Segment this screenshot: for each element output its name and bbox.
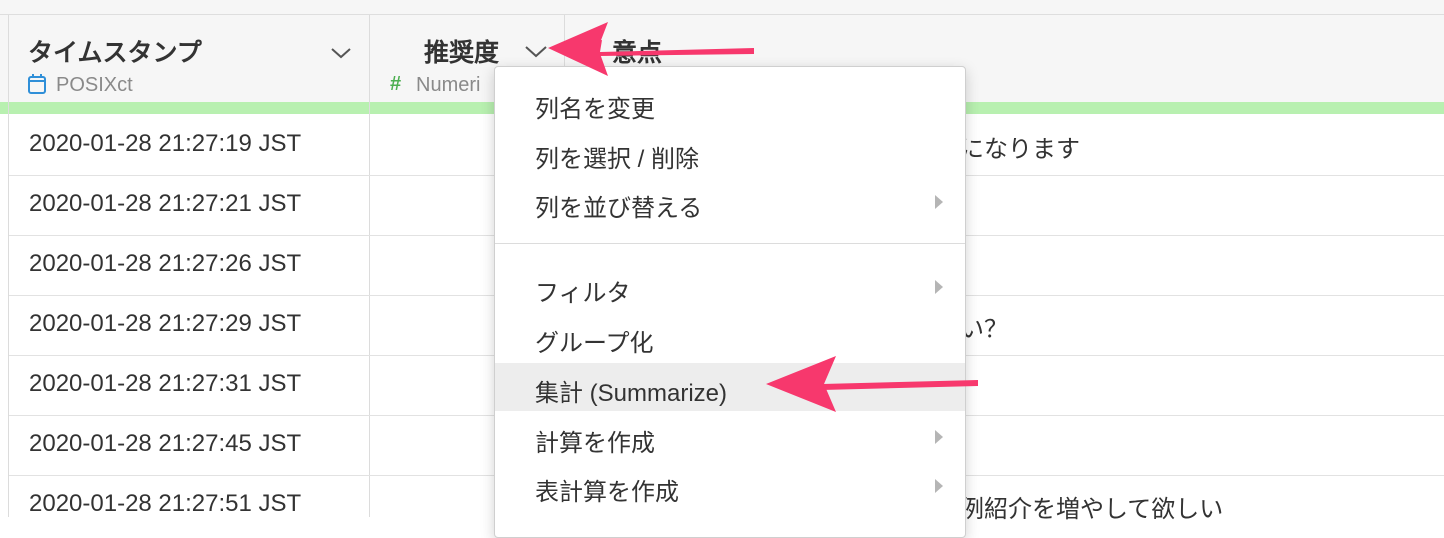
menu-item-reorder[interactable]: 列を並び替える bbox=[495, 178, 965, 226]
timestamp-cell: 2020-01-28 21:27:51 JST bbox=[29, 490, 302, 517]
timestamp-cell: 2020-01-28 21:27:26 JST bbox=[29, 250, 302, 277]
menu-item-label: 列を並び替える bbox=[535, 195, 703, 222]
column-context-menu: 列名を変更 列を選択 / 削除 列を並び替える フィルタ グループ化 集計 (S… bbox=[494, 66, 966, 538]
submenu-arrow-icon bbox=[935, 430, 943, 444]
toolbar-strip bbox=[0, 0, 1444, 15]
menu-item-label: フィルタ bbox=[535, 280, 631, 307]
column-type-label: POSIXct bbox=[56, 74, 133, 96]
submenu-arrow-icon bbox=[935, 479, 943, 493]
timestamp-cell: 2020-01-28 21:27:45 JST bbox=[29, 430, 302, 457]
timestamp-cell: 2020-01-28 21:27:21 JST bbox=[29, 190, 302, 217]
column-title: 推奨度 bbox=[424, 39, 500, 67]
timestamp-cell: 2020-01-28 21:27:29 JST bbox=[29, 310, 302, 337]
menu-item-label: 列を選択 / 削除 bbox=[535, 146, 700, 173]
menu-item-label: 列名を変更 bbox=[535, 96, 655, 123]
column-type-label: Numeri bbox=[416, 74, 481, 96]
timestamp-cell: 2020-01-28 21:27:19 JST bbox=[29, 130, 302, 157]
annotation-arrow-icon bbox=[766, 356, 978, 412]
comment-cell: になります bbox=[960, 136, 1080, 163]
column-title: タイムスタンプ bbox=[28, 39, 202, 67]
menu-item-label: グループ化 bbox=[535, 330, 654, 357]
hash-icon: # bbox=[390, 73, 402, 95]
menu-divider bbox=[495, 243, 965, 244]
menu-item-filter[interactable]: フィルタ bbox=[495, 263, 965, 311]
menu-item-rename[interactable]: 列名を変更 bbox=[495, 79, 965, 127]
comment-cell: 例紹介を増やして欲しい bbox=[960, 496, 1224, 523]
menu-item-label: 計算を作成 bbox=[535, 430, 655, 457]
calendar-icon bbox=[28, 74, 46, 94]
comment-cell: い？ bbox=[960, 316, 1008, 343]
menu-item-select-delete[interactable]: 列を選択 / 削除 bbox=[495, 129, 965, 177]
submenu-arrow-icon bbox=[935, 280, 943, 294]
menu-item-label: 集計 (Summarize) bbox=[535, 380, 728, 407]
timestamp-cell: 2020-01-28 21:27:31 JST bbox=[29, 370, 302, 397]
menu-item-create-table-calculation[interactable]: 表計算を作成 bbox=[495, 462, 965, 510]
annotation-arrow-icon bbox=[548, 22, 754, 76]
chevron-down-icon[interactable] bbox=[330, 46, 352, 60]
menu-item-create-calculation[interactable]: 計算を作成 bbox=[495, 413, 965, 461]
menu-item-label: 表計算を作成 bbox=[535, 479, 679, 506]
submenu-arrow-icon bbox=[935, 195, 943, 209]
